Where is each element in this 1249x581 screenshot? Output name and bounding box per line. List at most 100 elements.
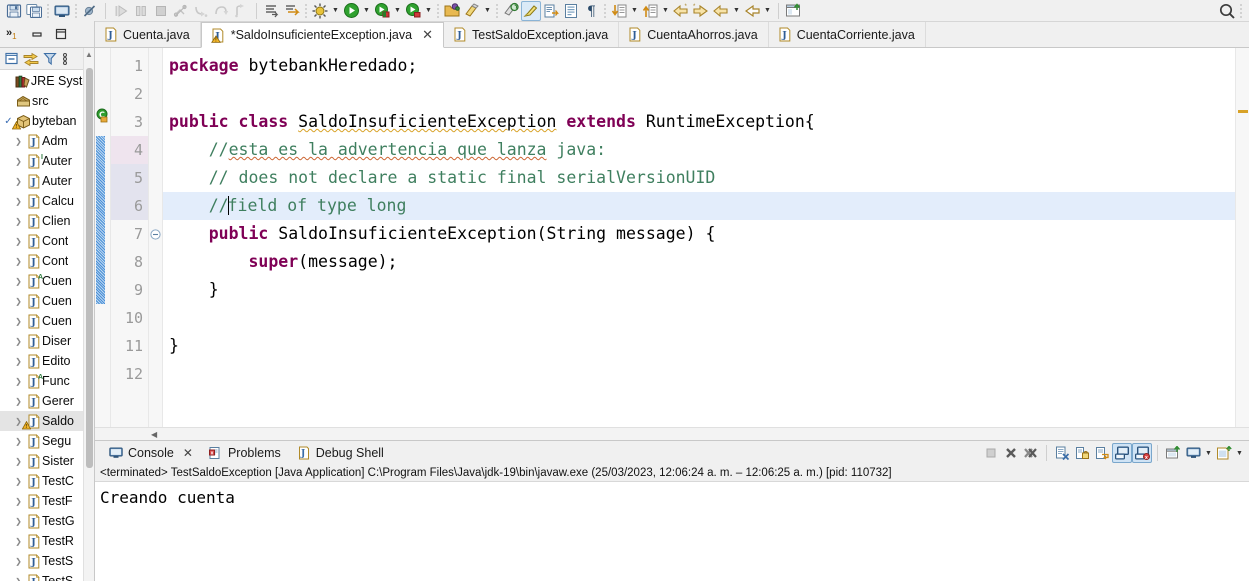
view-overflow-chevron[interactable]: »1 [6,27,21,41]
tree-item-auter[interactable]: ❯ J I Auter [0,151,94,171]
tree-item-testr[interactable]: ❯ J TestR [0,531,94,551]
coverage-dropdown-arrow[interactable]: ▼ [392,1,403,21]
sidebar-scroll-thumb[interactable] [86,68,93,468]
editor-tab-testsaldoexception-java[interactable]: J TestSaldoException.java [444,22,620,47]
twisty-collapsed-icon[interactable]: ❯ [12,397,25,406]
twisty-collapsed-icon[interactable]: ❯ [12,197,25,206]
twisty-collapsed-icon[interactable]: ❯ [12,437,25,446]
project-tree[interactable]: JRE System src ✓! byteban ❯ J Adm ❯ J I Auter ❯ J Aut… [0,70,94,581]
twisty-collapsed-icon[interactable]: ❯ [12,217,25,226]
twisty-collapsed-icon[interactable]: ❯ [12,457,25,466]
tree-item-adm[interactable]: ❯ J Adm [0,131,94,151]
display-console-dropdown-arrow[interactable]: ▼ [1203,443,1214,463]
editor-tab--saldoinsuficienteexception-java[interactable]: J! *SaldoInsuficienteException.java ✕ [200,22,444,48]
skip-all-breakpoints-button[interactable] [80,1,100,21]
twisty-collapsed-icon[interactable]: ❯ [12,297,25,306]
twisty-collapsed-icon[interactable]: ❯ [12,337,25,346]
open-perspective-button[interactable] [784,1,804,21]
filter-icon[interactable] [43,51,57,66]
save-all-button[interactable] [24,1,44,21]
tree-item-jre-system[interactable]: JRE System [0,71,94,91]
new-java-package-button[interactable] [462,1,482,21]
tree-item-testf[interactable]: ❯ J TestF [0,491,94,511]
close-console-tab-icon[interactable]: ✕ [183,446,193,460]
tree-item-saldo[interactable]: ❯ J! Saldo [0,411,94,431]
twisty-collapsed-icon[interactable]: ❯ [12,177,25,186]
twisty-collapsed-icon[interactable]: ❯ [12,357,25,366]
maximize-view-button[interactable] [53,26,69,42]
collapse-all-icon[interactable] [4,51,19,66]
scroll-left-arrow[interactable]: ◀ [151,430,157,439]
tree-item-src[interactable]: src [0,91,94,111]
use-step-filters-button[interactable] [282,1,302,21]
overview-ruler[interactable] [1235,48,1249,427]
remove-all-terminated-icon[interactable] [1021,443,1041,463]
drop-to-frame-button[interactable] [262,1,282,21]
history-back-button[interactable] [742,1,762,21]
tree-item-diser[interactable]: ❯ J Diser [0,331,94,351]
code-line[interactable] [163,80,1235,108]
tree-item-func[interactable]: ❯ J A Func [0,371,94,391]
view-menu-icon[interactable] [61,51,69,67]
tab-console[interactable]: Console ✕ [101,441,201,465]
tab-debug-shell[interactable]: J Debug Shell [289,441,392,465]
clear-console-icon[interactable] [1052,443,1072,463]
pilcrow-button[interactable]: ¶ [581,1,601,21]
folding-ruler[interactable] [149,48,163,427]
code-line[interactable]: public class SaldoInsuficienteException … [163,108,1235,136]
close-tab-icon[interactable]: ✕ [422,28,433,43]
code-line[interactable] [163,360,1235,388]
tree-item-tests[interactable]: ❯ J TestS [0,551,94,571]
twisty-collapsed-icon[interactable]: ❯ [12,497,25,506]
code-line[interactable]: // does not declare a static final seria… [163,164,1235,192]
tree-item-cont[interactable]: ❯ J Cont [0,251,94,271]
twisty-collapsed-icon[interactable]: ❯ [12,377,25,386]
twisty-collapsed-icon[interactable]: ❯ [12,277,25,286]
search-button-toolbar[interactable] [501,1,521,21]
tree-item-cuen[interactable]: ❯ J Cuen [0,291,94,311]
twisty-collapsed-icon[interactable]: ❯ [12,317,25,326]
tree-item-cont[interactable]: ❯ J Cont [0,231,94,251]
tab-problems[interactable]: x Problems [201,441,289,465]
code-line[interactable]: } [163,332,1235,360]
tree-item-edito[interactable]: ❯ J Edito [0,351,94,371]
code-line[interactable] [163,304,1235,332]
twisty-collapsed-icon[interactable]: ❯ [12,237,25,246]
tree-item-gerer[interactable]: ❯ J Gerer [0,391,94,411]
open-console-dropdown-arrow[interactable]: ▼ [1234,443,1245,463]
tree-item-testc[interactable]: ❯ J TestC [0,471,94,491]
tree-item-segu[interactable]: ❯ J Segu [0,431,94,451]
run-as-dropdown-arrow[interactable]: ▼ [423,1,434,21]
scroll-lock-icon[interactable] [1072,443,1092,463]
remove-launch-icon[interactable] [1001,443,1021,463]
twisty-collapsed-icon[interactable]: ❯ [12,257,25,266]
back-button[interactable]: * [691,1,711,21]
debug-button[interactable] [310,1,330,21]
sidebar-scrollbar[interactable]: ▲ [83,48,94,581]
tree-item-clien[interactable]: ❯ J Clien [0,211,94,231]
show-console-on-output-icon[interactable] [1112,443,1132,463]
new-java-project-button[interactable] [442,1,462,21]
show-whitespace-button[interactable] [561,1,581,21]
last-edit-location-button[interactable]: * [671,1,691,21]
pin-console-icon[interactable] [1163,443,1183,463]
word-wrap-icon[interactable] [1092,443,1112,463]
code-line[interactable]: //field of type long [163,192,1235,220]
editor-tab-cuenta-java[interactable]: J Cuenta.java [95,22,201,47]
new-console-view-button[interactable] [52,1,72,21]
console-output-text[interactable]: Creando cuenta [95,482,1249,581]
next-annotation-dropdown-arrow[interactable]: ▼ [629,1,640,21]
tree-item-tests[interactable]: ❯ J TestS [0,571,94,581]
link-with-editor-icon[interactable] [23,51,39,66]
annotation-ruler[interactable]: C [95,48,111,427]
twisty-collapsed-icon[interactable]: ❯ [12,477,25,486]
history-dropdown-arrow[interactable]: ▼ [762,1,773,21]
editor-tab-cuentaahorros-java[interactable]: J CuentaAhorros.java [619,22,769,47]
debug-dropdown-arrow[interactable]: ▼ [330,1,341,21]
code-line[interactable]: //esta es la advertencia que lanza java: [163,136,1235,164]
code-line[interactable]: public SaldoInsuficienteException(String… [163,220,1235,248]
twisty-collapsed-icon[interactable]: ❯ [12,517,25,526]
tree-item-testg[interactable]: ❯ J TestG [0,511,94,531]
tree-item-auter[interactable]: ❯ J Auter [0,171,94,191]
toggle-mark-occurrences-button[interactable] [521,0,541,21]
